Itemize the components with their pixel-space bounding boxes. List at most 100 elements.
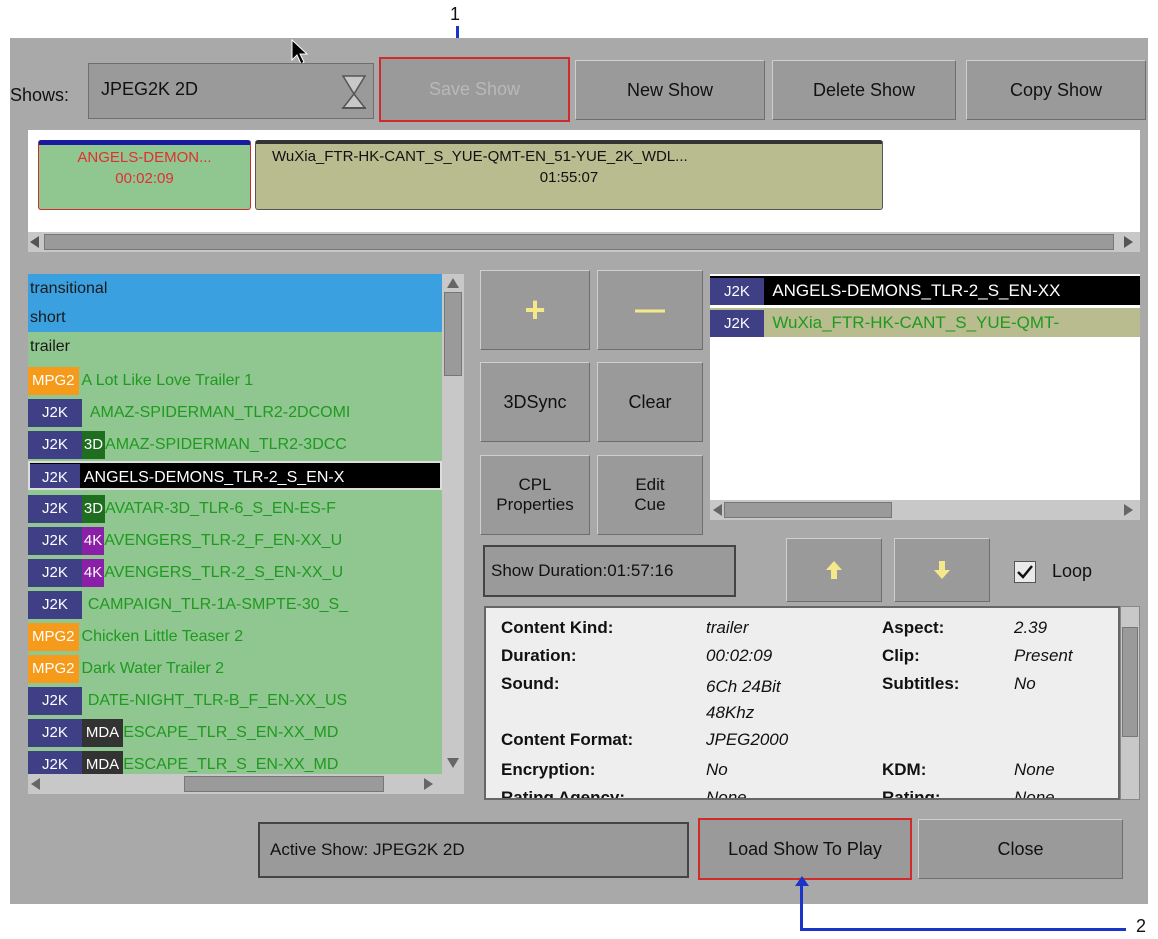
mouse-cursor-icon: [291, 38, 309, 65]
checkmark-icon: [1017, 565, 1033, 579]
aspect-label: Aspect:: [882, 618, 945, 637]
list-item[interactable]: MPG2 A Lot Like Love Trailer 1: [28, 366, 442, 395]
add-to-show-button[interactable]: +: [480, 270, 590, 350]
move-up-button[interactable]: [786, 538, 882, 602]
variant-tag: 4K: [81, 527, 105, 555]
content-kind-label: Content Kind:: [501, 618, 614, 637]
format-tag: J2K: [28, 751, 82, 774]
format-tag: J2K: [28, 399, 82, 427]
format-tag: J2K: [28, 591, 82, 619]
timeline-scrollbar[interactable]: [28, 232, 1140, 252]
clip-value: Present: [1014, 646, 1073, 665]
group-transitional[interactable]: transitional: [28, 274, 442, 303]
close-button[interactable]: Close: [918, 819, 1123, 879]
loop-label: Loop: [1052, 561, 1093, 581]
library-scroll-thumb[interactable]: [444, 292, 462, 376]
scroll-right-icon[interactable]: [1124, 504, 1133, 516]
show-playlist: J2K ANGELS-DEMONS_TLR-2_S_EN-XX J2K WuXi…: [710, 274, 1140, 500]
plus-icon: +: [524, 289, 546, 330]
variant-tag: MDA: [81, 719, 124, 747]
aspect-value: 2.39: [1014, 618, 1048, 637]
playlist-horizontal-scrollbar[interactable]: [710, 500, 1140, 520]
list-item[interactable]: J2K CAMPAIGN_TLR-1A-SMPTE-30_S_: [28, 590, 442, 619]
list-item-selected[interactable]: J2K ANGELS-DEMONS_TLR-2_S_EN-X: [28, 461, 442, 490]
copy-show-button[interactable]: Copy Show: [966, 60, 1146, 120]
list-item[interactable]: J2K AMAZ-SPIDERMAN_TLR2-2DCOMI: [28, 398, 442, 427]
scroll-down-icon[interactable]: [447, 758, 459, 768]
timeline-clip-1-title: ANGELS-DEMON...: [77, 149, 212, 166]
kdm-label: KDM:: [882, 760, 927, 779]
variant-tag: 3D: [81, 495, 106, 523]
list-item[interactable]: J2K 4K AVENGERS_TLR-2_F_EN-XX_U: [28, 526, 442, 555]
timeline-scroll-thumb[interactable]: [44, 234, 1114, 250]
rating-value: None: [1014, 788, 1055, 800]
library-vertical-scrollbar[interactable]: [442, 274, 464, 774]
cpl-properties-button[interactable]: CPL Properties: [480, 455, 590, 535]
clear-button[interactable]: Clear: [597, 362, 703, 442]
playlist-item[interactable]: J2K WuXia_FTR-HK-CANT_S_YUE-QMT-: [710, 308, 1140, 337]
scroll-left-icon[interactable]: [31, 778, 40, 790]
shows-dropdown[interactable]: JPEG2K 2D: [88, 63, 374, 119]
cpl-info-panel: Content Kind: trailer Aspect: 2.39 Durat…: [484, 606, 1120, 800]
load-show-to-play-button[interactable]: Load Show To Play: [698, 818, 912, 880]
scroll-left-icon[interactable]: [713, 504, 722, 516]
sound-value: 6Ch 24Bit 48Khz: [706, 677, 781, 722]
list-item[interactable]: J2K MDA ESCAPE_TLR_S_EN-XX_MD: [28, 718, 442, 747]
content-library-list: transitional short trailer MPG2 A Lot Lik…: [28, 274, 442, 774]
arrow-down-icon: [934, 561, 950, 579]
format-tag: J2K: [30, 464, 80, 488]
variant-tag: MDA: [81, 751, 124, 774]
list-item[interactable]: J2K 3D AVATAR-3D_TLR-6_S_EN-ES-F: [28, 494, 442, 523]
annotation-2: 2: [1136, 916, 1147, 936]
format-tag: J2K: [28, 719, 82, 747]
list-item[interactable]: MPG2 Dark Water Trailer 2: [28, 654, 442, 683]
format-tag: MPG2: [28, 655, 79, 683]
timeline-clip-1[interactable]: ANGELS-DEMON... 00:02:09: [38, 140, 251, 210]
loop-checkbox[interactable]: [1014, 561, 1036, 583]
new-show-button[interactable]: New Show: [575, 60, 765, 120]
move-down-button[interactable]: [894, 538, 990, 602]
format-tag: J2K: [710, 278, 764, 305]
annotation-2-arrow-horizontal: [800, 928, 1126, 931]
group-short[interactable]: short: [28, 303, 442, 332]
format-tag: J2K: [710, 310, 764, 337]
list-item[interactable]: J2K DATE-NIGHT_TLR-B_F_EN-XX_US: [28, 686, 442, 715]
minus-icon: —: [635, 293, 665, 326]
list-item[interactable]: J2K MDA ESCAPE_TLR_S_EN-XX_MD: [28, 750, 442, 774]
scroll-right-icon[interactable]: [424, 778, 433, 790]
content-format-label: Content Format:: [501, 730, 634, 749]
remove-from-show-button[interactable]: —: [597, 270, 703, 350]
clip-label: Clip:: [882, 646, 920, 665]
scroll-up-icon[interactable]: [447, 278, 459, 288]
delete-show-button[interactable]: Delete Show: [772, 60, 956, 120]
annotation-1: 1: [450, 4, 461, 24]
rating-agency-label: Rating Agency:: [501, 788, 626, 800]
format-tag: J2K: [28, 559, 82, 587]
list-item[interactable]: J2K 3D AMAZ-SPIDERMAN_TLR2-3DCC: [28, 430, 442, 459]
timeline-clip-2[interactable]: WuXia_FTR-HK-CANT_S_YUE-QMT-EN_51-YUE_2K…: [255, 140, 883, 210]
edit-cue-button[interactable]: Edit Cue: [597, 455, 703, 535]
3dsync-button[interactable]: 3DSync: [480, 362, 590, 442]
playlist-item-selected[interactable]: J2K ANGELS-DEMONS_TLR-2_S_EN-XX: [710, 276, 1140, 305]
format-tag: J2K: [28, 431, 82, 459]
library-horizontal-scrollbar[interactable]: [28, 774, 464, 794]
timeline-clip-2-title: WuXia_FTR-HK-CANT_S_YUE-QMT-EN_51-YUE_2K…: [272, 148, 688, 165]
sound-label: Sound:: [501, 674, 560, 693]
group-trailer[interactable]: trailer: [28, 332, 442, 361]
save-show-button[interactable]: Save Show: [379, 57, 570, 122]
list-item[interactable]: J2K 4K AVENGERS_TLR-2_S_EN-XX_U: [28, 558, 442, 587]
info-vertical-scrollbar[interactable]: [1120, 606, 1140, 800]
format-tag: J2K: [28, 687, 82, 715]
format-tag: J2K: [28, 527, 82, 555]
format-tag: MPG2: [28, 367, 79, 395]
library-hscroll-thumb[interactable]: [184, 776, 384, 792]
show-duration-display: Show Duration:01:57:16: [483, 545, 736, 597]
scroll-right-icon[interactable]: [1124, 236, 1133, 248]
playlist-hscroll-thumb[interactable]: [724, 502, 892, 518]
scroll-left-icon[interactable]: [30, 236, 39, 248]
arrow-up-icon: [826, 561, 842, 579]
subtitles-value: No: [1014, 674, 1036, 693]
info-scroll-thumb[interactable]: [1122, 627, 1138, 737]
active-show-display: Active Show: JPEG2K 2D: [258, 822, 689, 878]
list-item[interactable]: MPG2 Chicken Little Teaser 2: [28, 622, 442, 651]
